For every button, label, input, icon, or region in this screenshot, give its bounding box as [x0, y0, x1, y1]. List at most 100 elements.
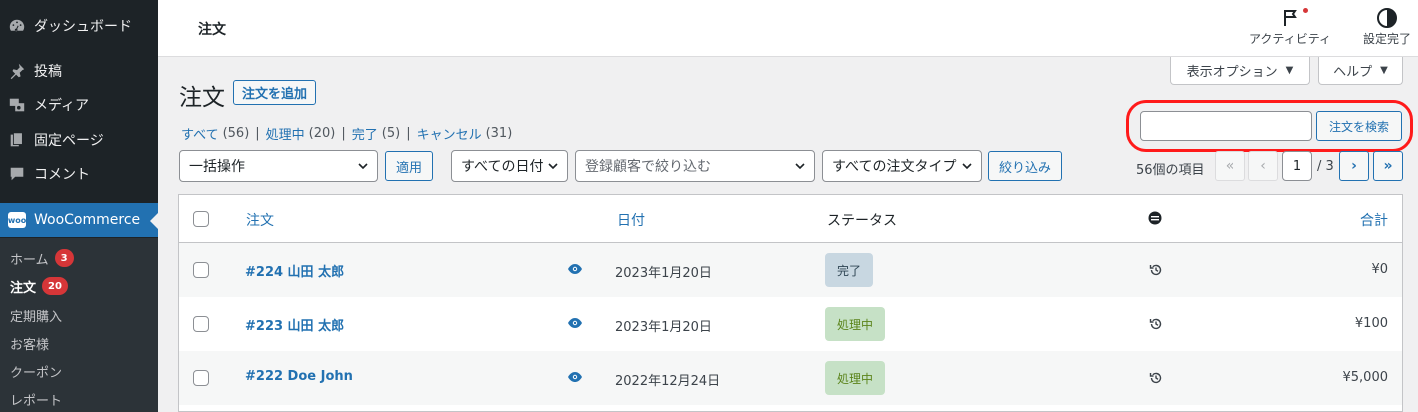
home-badge: 3: [54, 249, 74, 267]
page-title: 注文: [179, 85, 225, 111]
select-all-checkbox[interactable]: [193, 211, 209, 227]
bulk-action-value: 一括操作: [189, 159, 245, 175]
setup-button[interactable]: 設定完了: [1356, 6, 1418, 47]
dashboard-icon: [8, 17, 26, 35]
view-count: (5): [381, 126, 401, 141]
column-total[interactable]: 合計: [1360, 210, 1388, 230]
table-header: 注文 日付 ステータス 合計: [179, 195, 1402, 243]
submenu-item-label: お客様: [10, 337, 50, 353]
order-total: ¥5,000: [1342, 370, 1389, 385]
admin-sidebar: ダッシュボード 投稿 メディア 固定ページ コメント woo WooCommer…: [0, 0, 158, 412]
order-date: 2023年1月20日: [615, 266, 712, 281]
table-row[interactable]: #222 Doe John 2022年12月24日 処理中 ¥5,000: [179, 351, 1402, 405]
row-checkbox[interactable]: [193, 370, 209, 386]
view-completed-link[interactable]: 完了: [352, 124, 378, 143]
help-button[interactable]: ヘルプ ▼: [1318, 57, 1403, 85]
chevron-down-icon: [357, 160, 369, 176]
customer-filter-placeholder: 登録顧客で絞り込む: [585, 159, 711, 175]
activity-notification-dot: [1303, 8, 1308, 13]
current-page-input[interactable]: 1: [1282, 151, 1312, 181]
submenu-item-reports[interactable]: レポート: [10, 389, 62, 409]
woocommerce-submenu: ホーム 3 注文 20 定期購入 お客様 クーポン レポート: [0, 238, 158, 412]
last-page-button[interactable]: »: [1373, 151, 1403, 181]
eye-icon[interactable]: [567, 317, 583, 333]
eye-icon[interactable]: [567, 263, 583, 279]
order-link[interactable]: #223 山田 太郎: [245, 315, 344, 334]
submenu-item-subscriptions[interactable]: 定期購入: [10, 305, 62, 325]
orders-badge: 20: [42, 277, 68, 295]
column-date[interactable]: 日付: [617, 210, 645, 230]
sidebar-item-label: 投稿: [34, 64, 62, 80]
view-all-link[interactable]: すべて: [181, 124, 219, 143]
sidebar-item-posts[interactable]: 投稿: [0, 54, 158, 88]
filter-button[interactable]: 絞り込み: [988, 151, 1062, 181]
status-badge: 処理中: [825, 307, 886, 341]
sidebar-item-woocommerce[interactable]: woo WooCommerce: [0, 203, 158, 237]
setup-label: 設定完了: [1362, 32, 1411, 46]
submenu-item-label: クーポン: [10, 365, 63, 381]
order-type-value: すべての注文タイプ: [832, 159, 957, 175]
customer-filter-select[interactable]: 登録顧客で絞り込む: [575, 150, 815, 182]
woo-icon: woo: [7, 211, 27, 229]
history-icon[interactable]: [1149, 371, 1163, 389]
activity-button[interactable]: アクティビティ: [1244, 6, 1336, 47]
sidebar-item-label: 固定ページ: [34, 133, 104, 149]
order-date: 2022年12月24日: [615, 374, 721, 389]
apply-button[interactable]: 適用: [385, 151, 433, 181]
caret-down-icon: ▼: [1380, 65, 1388, 76]
submenu-item-home[interactable]: ホーム 3: [10, 248, 74, 268]
view-separator: |: [255, 126, 260, 141]
bulk-action-select[interactable]: 一括操作: [179, 150, 378, 182]
view-cancelled-link[interactable]: キャンセル: [417, 124, 482, 143]
submenu-item-label: 定期購入: [10, 309, 63, 325]
sidebar-item-pages[interactable]: 固定ページ: [0, 123, 158, 157]
row-checkbox[interactable]: [193, 262, 209, 278]
submenu-item-coupons[interactable]: クーポン: [10, 361, 62, 381]
view-count: (56): [222, 126, 250, 141]
sidebar-item-comments[interactable]: コメント: [0, 157, 158, 191]
submenu-item-orders[interactable]: 注文 20: [10, 276, 68, 296]
submenu-item-label: ホーム: [10, 252, 49, 268]
billing-column-icon: [1148, 211, 1162, 229]
sidebar-item-dashboard[interactable]: ダッシュボード: [0, 9, 158, 43]
history-icon[interactable]: [1149, 263, 1163, 281]
screen-options-label: 表示オプション: [1186, 65, 1278, 80]
column-order[interactable]: 注文: [246, 210, 274, 230]
prev-page-button[interactable]: ‹: [1248, 151, 1278, 181]
add-order-button[interactable]: 注文を追加: [233, 80, 317, 105]
status-badge: 処理中: [825, 361, 886, 395]
date-filter-select[interactable]: すべての日付: [451, 150, 568, 182]
total-pages: / 3: [1317, 159, 1334, 174]
order-total: ¥100: [1354, 316, 1388, 331]
order-date: 2023年1月20日: [615, 320, 712, 335]
items-count: 56個の項目: [1136, 163, 1205, 178]
history-icon[interactable]: [1149, 317, 1163, 335]
activity-label: アクティビティ: [1249, 32, 1331, 46]
view-processing-link[interactable]: 処理中: [266, 124, 305, 143]
submenu-item-customers[interactable]: お客様: [10, 333, 49, 353]
eye-icon[interactable]: [567, 371, 583, 387]
status-filter-links: すべて (56) | 処理中 (20) | 完了 (5) | キャンセル (31…: [181, 124, 512, 143]
woo-logo: woo: [7, 212, 27, 228]
active-menu-arrow: [150, 213, 158, 229]
screen-options-button[interactable]: 表示オプション ▼: [1170, 57, 1310, 85]
order-type-select[interactable]: すべての注文タイプ: [822, 150, 982, 182]
chevron-down-icon: [547, 160, 559, 176]
status-badge: 完了: [825, 253, 874, 287]
woocommerce-header: 注文 アクティビティ 設定完了: [158, 0, 1418, 57]
sidebar-item-media[interactable]: メディア: [0, 88, 158, 122]
table-row[interactable]: #224 山田 太郎 2023年1月20日 完了 ¥0: [179, 243, 1402, 297]
row-checkbox[interactable]: [193, 316, 209, 332]
sidebar-item-label: コメント: [34, 167, 90, 183]
table-row[interactable]: #223 山田 太郎 2023年1月20日 処理中 ¥100: [179, 297, 1402, 351]
first-page-button[interactable]: «: [1215, 151, 1245, 181]
next-page-button[interactable]: ›: [1339, 151, 1369, 181]
order-link[interactable]: #222 Doe John: [245, 369, 353, 384]
flag-icon: [1280, 6, 1300, 30]
caret-down-icon: ▼: [1285, 65, 1294, 76]
chevron-down-icon: [961, 160, 973, 176]
view-separator: |: [341, 126, 346, 141]
half-circle-icon: [1376, 6, 1398, 30]
order-link[interactable]: #224 山田 太郎: [245, 261, 344, 280]
view-count: (20): [308, 126, 336, 141]
